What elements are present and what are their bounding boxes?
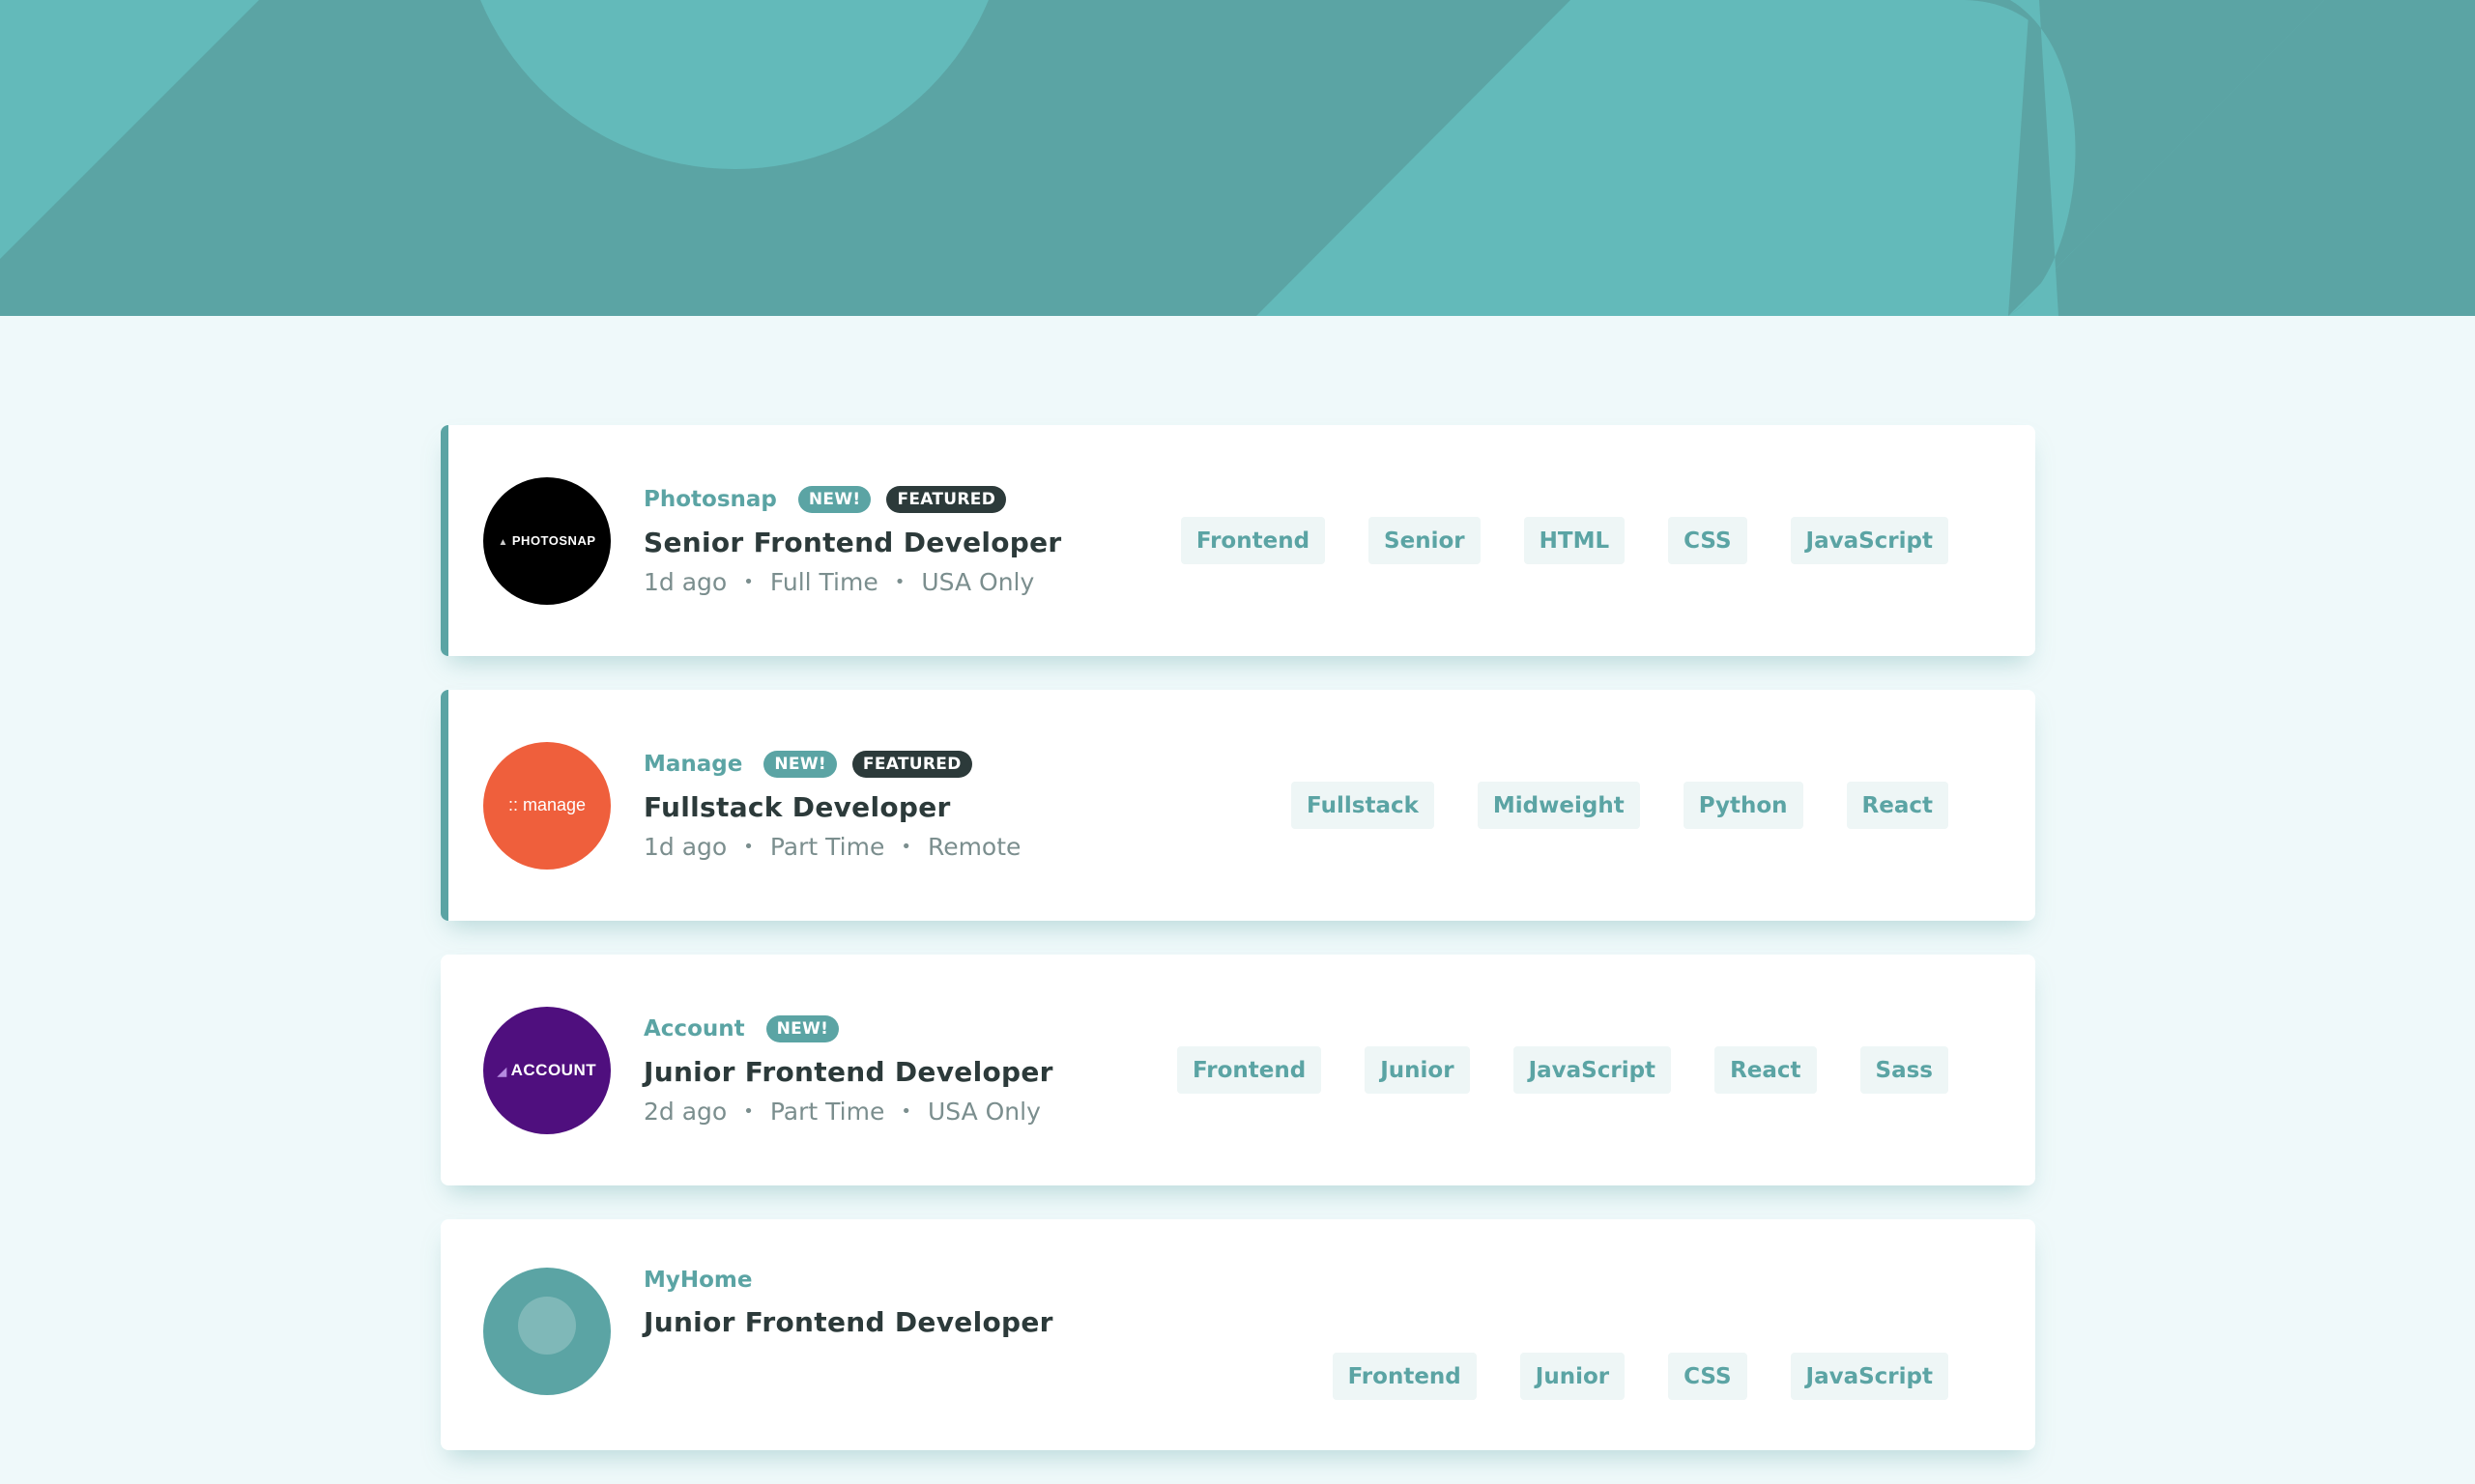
job-info: Account NEW! Junior Frontend Developer 2… (644, 1014, 1146, 1126)
header-pattern (0, 0, 2475, 316)
featured-badge: FEATURED (886, 485, 1007, 513)
job-info: Manage NEW! FEATURED Fullstack Developer… (644, 750, 1146, 861)
job-header-row: Account NEW! (644, 1014, 1146, 1042)
company-logo: :: manage (483, 741, 611, 870)
job-meta: 1d ago • Part Time • Remote (644, 833, 1146, 861)
company-logo (483, 1268, 611, 1395)
job-header-row: Manage NEW! FEATURED (644, 750, 1146, 778)
posted-at: 2d ago (644, 1097, 728, 1126)
job-card[interactable]: ▲ PHOTOSNAP Photosnap NEW! FEATURED Senio… (441, 425, 2035, 656)
tag-button[interactable]: Sass (1859, 1046, 1948, 1094)
job-list: ▲ PHOTOSNAP Photosnap NEW! FEATURED Senio… (441, 425, 2035, 1484)
job-header-row: Photosnap NEW! FEATURED (644, 485, 1146, 513)
company-name: Account (644, 1015, 745, 1042)
tag-button[interactable]: HTML (1523, 517, 1626, 564)
company-name: Photosnap (644, 486, 777, 512)
manage-logo-icon: :: manage (507, 795, 587, 814)
tag-button[interactable]: Junior (1519, 1353, 1626, 1400)
posted-at: 1d ago (644, 832, 728, 861)
job-position[interactable]: Senior Frontend Developer (644, 527, 1146, 558)
tag-button[interactable]: Fullstack (1291, 782, 1434, 829)
job-card[interactable]: MyHome Junior Frontend Developer Fronten… (441, 1219, 2035, 1450)
tag-button[interactable]: Frontend (1332, 1353, 1477, 1400)
job-card-content: ▲ PHOTOSNAP Photosnap NEW! FEATURED Senio… (483, 425, 2035, 656)
job-card-content: :: manage Manage NEW! FEATURED Fullstack… (483, 690, 2035, 921)
tag-button[interactable]: Python (1683, 782, 1803, 829)
tag-button[interactable]: JavaScript (1790, 1353, 1948, 1400)
new-badge: NEW! (763, 750, 837, 778)
tag-button[interactable]: Midweight (1477, 782, 1640, 829)
separator-dot: • (901, 1100, 911, 1122)
tag-button[interactable]: Frontend (1177, 1046, 1322, 1094)
tag-button[interactable]: React (1846, 782, 1948, 829)
new-badge: NEW! (765, 1014, 840, 1042)
tag-button[interactable]: JavaScript (1512, 1046, 1672, 1094)
featured-badge: FEATURED (851, 750, 972, 778)
job-location: USA Only (921, 567, 1035, 596)
company-name: MyHome (644, 1268, 753, 1293)
job-position[interactable]: Junior Frontend Developer (644, 1056, 1146, 1088)
job-card-content: ◢ ACCOUNT Account NEW! Junior Frontend De… (483, 955, 2035, 1185)
job-info: Photosnap NEW! FEATURED Senior Frontend … (644, 485, 1146, 596)
account-logo-icon: ◢ ACCOUNT (497, 1060, 597, 1079)
tag-button[interactable]: Frontend (1180, 517, 1326, 564)
contract-type: Part Time (769, 1097, 885, 1126)
job-info: MyHome Junior Frontend Developer (644, 1268, 1146, 1348)
myhome-logo-icon (518, 1297, 576, 1355)
job-tags: Frontend Junior JavaScript React Sass (1177, 1046, 1948, 1094)
job-tags: Frontend Senior HTML CSS JavaScript (1180, 517, 1948, 564)
company-logo: ▲ PHOTOSNAP (483, 476, 611, 605)
job-tags: Frontend Junior CSS JavaScript (1332, 1353, 1948, 1400)
job-position[interactable]: Junior Frontend Developer (644, 1306, 1146, 1338)
tag-button[interactable]: Senior (1368, 517, 1481, 564)
new-badge: NEW! (797, 485, 872, 513)
contract-type: Full Time (769, 567, 878, 596)
tag-button[interactable]: Junior (1365, 1046, 1470, 1094)
photosnap-logo-icon: ▲ PHOTOSNAP (498, 533, 596, 548)
tag-button[interactable]: CSS (1668, 1353, 1747, 1400)
separator-dot: • (894, 571, 906, 592)
company-logo: ◢ ACCOUNT (483, 1006, 611, 1134)
header-banner (0, 0, 2475, 316)
tag-button[interactable]: CSS (1668, 517, 1747, 564)
job-meta: 1d ago • Full Time • USA Only (644, 568, 1146, 596)
separator-dot: • (743, 571, 754, 592)
job-header-row: MyHome (644, 1268, 1146, 1293)
job-location: USA Only (927, 1097, 1041, 1126)
job-card[interactable]: ◢ ACCOUNT Account NEW! Junior Frontend De… (441, 955, 2035, 1185)
separator-dot: • (743, 1100, 754, 1122)
separator-dot: • (901, 836, 911, 857)
job-card-content: MyHome Junior Frontend Developer Fronten… (483, 1268, 2035, 1450)
job-tags: Fullstack Midweight Python React (1291, 782, 1948, 829)
job-meta: 2d ago • Part Time • USA Only (644, 1098, 1146, 1126)
posted-at: 1d ago (644, 567, 728, 596)
contract-type: Part Time (769, 832, 885, 861)
job-location: Remote (927, 832, 1022, 861)
job-card[interactable]: :: manage Manage NEW! FEATURED Fullstack… (441, 690, 2035, 921)
company-name: Manage (644, 751, 743, 777)
job-position[interactable]: Fullstack Developer (644, 791, 1146, 823)
separator-dot: • (743, 836, 754, 857)
tag-button[interactable]: React (1714, 1046, 1817, 1094)
tag-button[interactable]: JavaScript (1790, 517, 1948, 564)
